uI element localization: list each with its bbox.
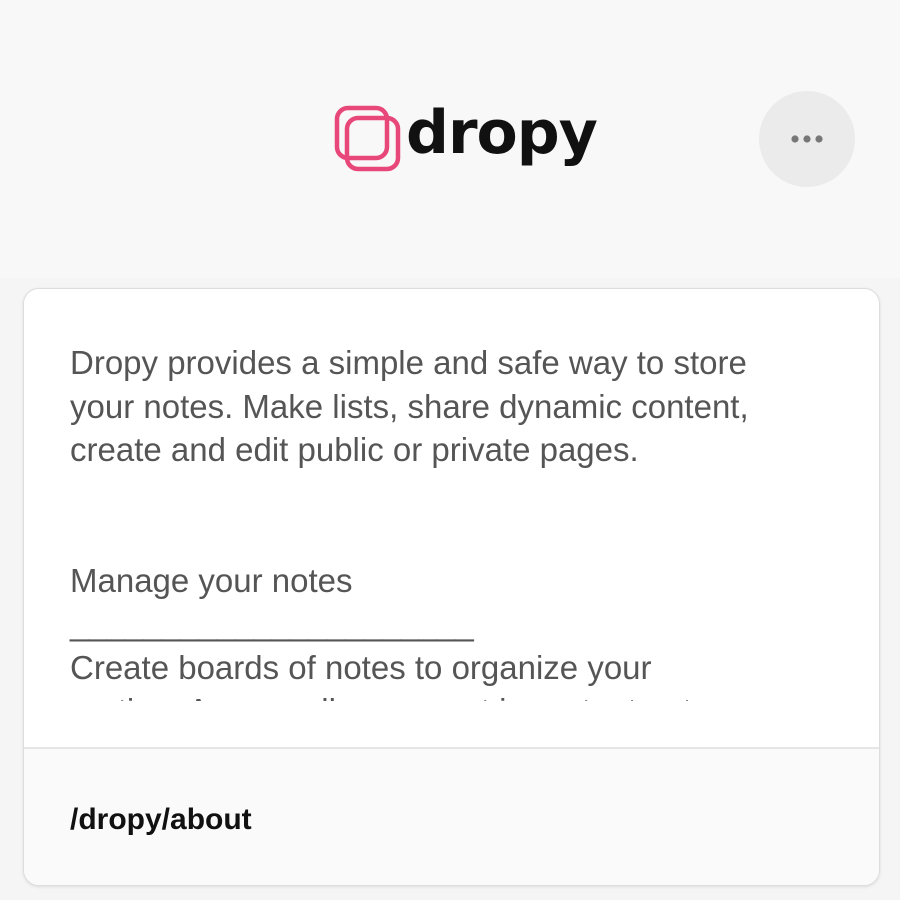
note-content: Dropy provides a simple and safe way to …	[70, 341, 840, 701]
card-footer: /dropy/about	[24, 749, 879, 885]
more-options-button[interactable]	[759, 91, 855, 187]
app-header: dropy	[0, 0, 900, 278]
brand-name: dropy	[406, 98, 598, 168]
more-horizontal-icon	[791, 135, 823, 143]
note-path-link[interactable]: /dropy/about	[70, 803, 252, 837]
note-card[interactable]: Dropy provides a simple and safe way to …	[23, 288, 880, 886]
dropy-logo[interactable]: dropy	[334, 98, 598, 174]
intro-paragraph: Dropy provides a simple and safe way to …	[70, 344, 749, 468]
note-preview: Dropy provides a simple and safe way to …	[24, 289, 879, 701]
dropy-logo-icon	[334, 105, 401, 172]
manage-notes-paragraph: Manage your notes ______________________…	[70, 561, 727, 702]
